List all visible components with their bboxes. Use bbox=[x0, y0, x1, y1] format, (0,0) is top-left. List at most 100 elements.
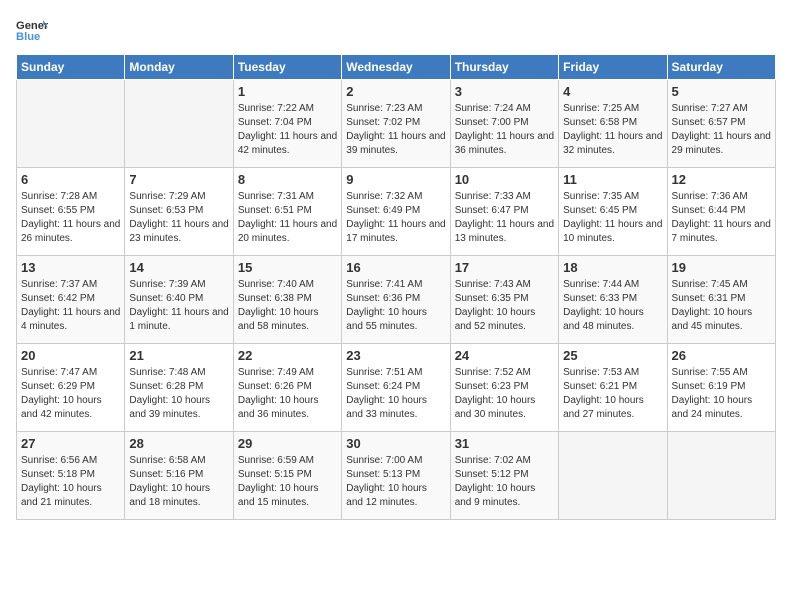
day-detail: Sunrise: 7:48 AM Sunset: 6:28 PM Dayligh… bbox=[129, 366, 228, 422]
day-detail: Sunrise: 7:24 AM Sunset: 7:00 PM Dayligh… bbox=[455, 102, 554, 158]
calendar-day-cell bbox=[667, 432, 775, 520]
day-number: 22 bbox=[238, 348, 337, 363]
calendar-day-cell: 25 Sunrise: 7:53 AM Sunset: 6:21 PM Dayl… bbox=[559, 344, 667, 432]
day-detail: Sunrise: 7:43 AM Sunset: 6:35 PM Dayligh… bbox=[455, 278, 554, 334]
day-number: 2 bbox=[346, 84, 445, 99]
day-number: 12 bbox=[672, 172, 771, 187]
day-detail: Sunrise: 6:56 AM Sunset: 5:18 PM Dayligh… bbox=[21, 454, 120, 510]
weekday-header-cell: Monday bbox=[125, 55, 233, 80]
weekday-header-cell: Friday bbox=[559, 55, 667, 80]
day-detail: Sunrise: 7:00 AM Sunset: 5:13 PM Dayligh… bbox=[346, 454, 445, 510]
calendar-day-cell: 31 Sunrise: 7:02 AM Sunset: 5:12 PM Dayl… bbox=[450, 432, 558, 520]
day-number: 16 bbox=[346, 260, 445, 275]
calendar-week-row: 1 Sunrise: 7:22 AM Sunset: 7:04 PM Dayli… bbox=[17, 80, 776, 168]
day-detail: Sunrise: 7:37 AM Sunset: 6:42 PM Dayligh… bbox=[21, 278, 120, 334]
calendar-day-cell bbox=[125, 80, 233, 168]
calendar-week-row: 6 Sunrise: 7:28 AM Sunset: 6:55 PM Dayli… bbox=[17, 168, 776, 256]
calendar-day-cell: 3 Sunrise: 7:24 AM Sunset: 7:00 PM Dayli… bbox=[450, 80, 558, 168]
day-number: 11 bbox=[563, 172, 662, 187]
calendar-day-cell: 16 Sunrise: 7:41 AM Sunset: 6:36 PM Dayl… bbox=[342, 256, 450, 344]
calendar-day-cell: 10 Sunrise: 7:33 AM Sunset: 6:47 PM Dayl… bbox=[450, 168, 558, 256]
day-number: 13 bbox=[21, 260, 120, 275]
day-detail: Sunrise: 7:02 AM Sunset: 5:12 PM Dayligh… bbox=[455, 454, 554, 510]
day-detail: Sunrise: 7:40 AM Sunset: 6:38 PM Dayligh… bbox=[238, 278, 337, 334]
calendar-day-cell bbox=[17, 80, 125, 168]
calendar-day-cell: 1 Sunrise: 7:22 AM Sunset: 7:04 PM Dayli… bbox=[233, 80, 341, 168]
calendar-day-cell: 30 Sunrise: 7:00 AM Sunset: 5:13 PM Dayl… bbox=[342, 432, 450, 520]
day-number: 27 bbox=[21, 436, 120, 451]
calendar-day-cell: 12 Sunrise: 7:36 AM Sunset: 6:44 PM Dayl… bbox=[667, 168, 775, 256]
weekday-header-cell: Wednesday bbox=[342, 55, 450, 80]
day-detail: Sunrise: 7:44 AM Sunset: 6:33 PM Dayligh… bbox=[563, 278, 662, 334]
calendar-day-cell bbox=[559, 432, 667, 520]
calendar-day-cell: 24 Sunrise: 7:52 AM Sunset: 6:23 PM Dayl… bbox=[450, 344, 558, 432]
calendar-week-row: 13 Sunrise: 7:37 AM Sunset: 6:42 PM Dayl… bbox=[17, 256, 776, 344]
calendar-day-cell: 11 Sunrise: 7:35 AM Sunset: 6:45 PM Dayl… bbox=[559, 168, 667, 256]
calendar-day-cell: 23 Sunrise: 7:51 AM Sunset: 6:24 PM Dayl… bbox=[342, 344, 450, 432]
calendar-day-cell: 18 Sunrise: 7:44 AM Sunset: 6:33 PM Dayl… bbox=[559, 256, 667, 344]
day-number: 19 bbox=[672, 260, 771, 275]
day-number: 15 bbox=[238, 260, 337, 275]
day-number: 10 bbox=[455, 172, 554, 187]
calendar-day-cell: 4 Sunrise: 7:25 AM Sunset: 6:58 PM Dayli… bbox=[559, 80, 667, 168]
day-number: 31 bbox=[455, 436, 554, 451]
day-number: 23 bbox=[346, 348, 445, 363]
page-header: General Blue bbox=[16, 16, 776, 44]
day-detail: Sunrise: 7:47 AM Sunset: 6:29 PM Dayligh… bbox=[21, 366, 120, 422]
day-number: 8 bbox=[238, 172, 337, 187]
day-detail: Sunrise: 7:39 AM Sunset: 6:40 PM Dayligh… bbox=[129, 278, 228, 334]
day-detail: Sunrise: 7:23 AM Sunset: 7:02 PM Dayligh… bbox=[346, 102, 445, 158]
day-number: 26 bbox=[672, 348, 771, 363]
calendar-day-cell: 7 Sunrise: 7:29 AM Sunset: 6:53 PM Dayli… bbox=[125, 168, 233, 256]
day-detail: Sunrise: 7:36 AM Sunset: 6:44 PM Dayligh… bbox=[672, 190, 771, 246]
calendar-day-cell: 19 Sunrise: 7:45 AM Sunset: 6:31 PM Dayl… bbox=[667, 256, 775, 344]
calendar-day-cell: 22 Sunrise: 7:49 AM Sunset: 6:26 PM Dayl… bbox=[233, 344, 341, 432]
calendar-day-cell: 13 Sunrise: 7:37 AM Sunset: 6:42 PM Dayl… bbox=[17, 256, 125, 344]
calendar-day-cell: 8 Sunrise: 7:31 AM Sunset: 6:51 PM Dayli… bbox=[233, 168, 341, 256]
day-detail: Sunrise: 7:33 AM Sunset: 6:47 PM Dayligh… bbox=[455, 190, 554, 246]
day-number: 1 bbox=[238, 84, 337, 99]
day-detail: Sunrise: 7:49 AM Sunset: 6:26 PM Dayligh… bbox=[238, 366, 337, 422]
day-number: 14 bbox=[129, 260, 228, 275]
day-detail: Sunrise: 7:32 AM Sunset: 6:49 PM Dayligh… bbox=[346, 190, 445, 246]
logo: General Blue bbox=[16, 16, 48, 44]
day-detail: Sunrise: 7:29 AM Sunset: 6:53 PM Dayligh… bbox=[129, 190, 228, 246]
day-detail: Sunrise: 7:22 AM Sunset: 7:04 PM Dayligh… bbox=[238, 102, 337, 158]
day-number: 4 bbox=[563, 84, 662, 99]
day-number: 3 bbox=[455, 84, 554, 99]
weekday-header-cell: Thursday bbox=[450, 55, 558, 80]
day-number: 28 bbox=[129, 436, 228, 451]
day-number: 5 bbox=[672, 84, 771, 99]
calendar-week-row: 20 Sunrise: 7:47 AM Sunset: 6:29 PM Dayl… bbox=[17, 344, 776, 432]
day-number: 20 bbox=[21, 348, 120, 363]
day-number: 6 bbox=[21, 172, 120, 187]
calendar-day-cell: 26 Sunrise: 7:55 AM Sunset: 6:19 PM Dayl… bbox=[667, 344, 775, 432]
day-detail: Sunrise: 7:55 AM Sunset: 6:19 PM Dayligh… bbox=[672, 366, 771, 422]
day-detail: Sunrise: 7:31 AM Sunset: 6:51 PM Dayligh… bbox=[238, 190, 337, 246]
day-number: 9 bbox=[346, 172, 445, 187]
weekday-header-cell: Sunday bbox=[17, 55, 125, 80]
day-detail: Sunrise: 6:59 AM Sunset: 5:15 PM Dayligh… bbox=[238, 454, 337, 510]
calendar-day-cell: 2 Sunrise: 7:23 AM Sunset: 7:02 PM Dayli… bbox=[342, 80, 450, 168]
weekday-header-row: SundayMondayTuesdayWednesdayThursdayFrid… bbox=[17, 55, 776, 80]
calendar-body: 1 Sunrise: 7:22 AM Sunset: 7:04 PM Dayli… bbox=[17, 80, 776, 520]
calendar-day-cell: 5 Sunrise: 7:27 AM Sunset: 6:57 PM Dayli… bbox=[667, 80, 775, 168]
day-number: 21 bbox=[129, 348, 228, 363]
day-detail: Sunrise: 7:41 AM Sunset: 6:36 PM Dayligh… bbox=[346, 278, 445, 334]
day-number: 18 bbox=[563, 260, 662, 275]
day-number: 30 bbox=[346, 436, 445, 451]
logo-icon: General Blue bbox=[16, 16, 48, 44]
calendar-day-cell: 9 Sunrise: 7:32 AM Sunset: 6:49 PM Dayli… bbox=[342, 168, 450, 256]
day-detail: Sunrise: 7:35 AM Sunset: 6:45 PM Dayligh… bbox=[563, 190, 662, 246]
day-detail: Sunrise: 7:52 AM Sunset: 6:23 PM Dayligh… bbox=[455, 366, 554, 422]
day-number: 25 bbox=[563, 348, 662, 363]
day-detail: Sunrise: 7:28 AM Sunset: 6:55 PM Dayligh… bbox=[21, 190, 120, 246]
day-detail: Sunrise: 7:53 AM Sunset: 6:21 PM Dayligh… bbox=[563, 366, 662, 422]
day-number: 17 bbox=[455, 260, 554, 275]
calendar-day-cell: 17 Sunrise: 7:43 AM Sunset: 6:35 PM Dayl… bbox=[450, 256, 558, 344]
day-detail: Sunrise: 7:51 AM Sunset: 6:24 PM Dayligh… bbox=[346, 366, 445, 422]
day-number: 29 bbox=[238, 436, 337, 451]
calendar-day-cell: 15 Sunrise: 7:40 AM Sunset: 6:38 PM Dayl… bbox=[233, 256, 341, 344]
day-number: 7 bbox=[129, 172, 228, 187]
weekday-header-cell: Tuesday bbox=[233, 55, 341, 80]
